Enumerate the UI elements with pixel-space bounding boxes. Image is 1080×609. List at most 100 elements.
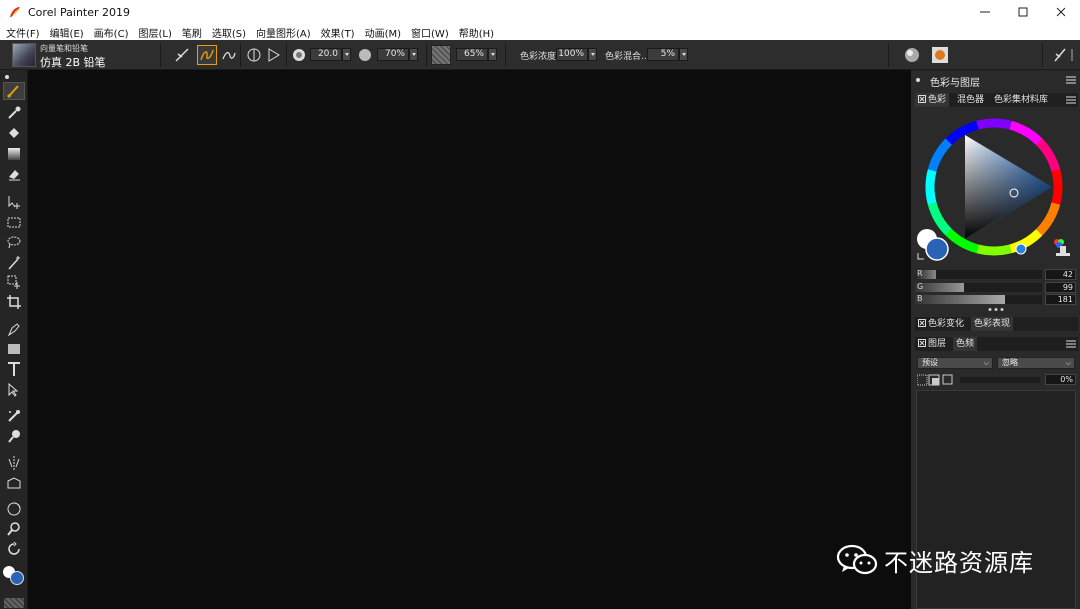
brush-category[interactable]: 向量笔和铅笔 xyxy=(40,43,88,54)
color-wheel[interactable] xyxy=(915,107,1078,269)
tool-magnifier[interactable] xyxy=(3,520,25,538)
stroke-attributes-button[interactable] xyxy=(264,45,284,65)
magic-wand-icon xyxy=(8,256,20,270)
layer-lock-icons[interactable] xyxy=(917,374,953,386)
menu-brushes[interactable]: 笔刷 xyxy=(177,25,207,40)
tool-text[interactable] xyxy=(3,360,25,378)
brush-variant[interactable]: 仿真 2B 铅笔 xyxy=(40,54,106,70)
eraser-icon xyxy=(9,170,20,181)
stroke-type-icon[interactable] xyxy=(172,45,192,65)
color-layer-panel-header: 色彩与图层 xyxy=(913,74,1078,89)
magnifier-icon xyxy=(7,522,20,536)
menu-layers[interactable]: 图层(L) xyxy=(133,25,176,40)
tool-transform[interactable] xyxy=(3,273,25,291)
tool-gradient[interactable] xyxy=(3,145,25,163)
grain-dropdown[interactable] xyxy=(488,48,497,61)
property-bar-more[interactable] xyxy=(1068,45,1078,65)
swap-colors-icon[interactable] xyxy=(917,253,924,260)
menu-effects[interactable]: 效果(T) xyxy=(316,25,360,40)
straight-line-button[interactable] xyxy=(219,45,239,65)
main-color-swatch[interactable] xyxy=(10,571,24,585)
g-slider[interactable] xyxy=(915,283,1042,292)
tool-divine-proportion[interactable] xyxy=(3,500,25,518)
freehand-button[interactable] xyxy=(197,45,217,65)
main-color-chip[interactable] xyxy=(925,237,949,261)
b-slider[interactable] xyxy=(915,295,1042,304)
tab-mixer[interactable]: 混色器 xyxy=(954,93,987,107)
paper-swatch[interactable] xyxy=(4,598,24,608)
tab-color-variability[interactable]: 色彩变化 xyxy=(915,317,967,331)
size-button[interactable] xyxy=(289,45,309,65)
menu-movie[interactable]: 动画(M) xyxy=(360,25,406,40)
tool-mirror[interactable] xyxy=(3,454,25,472)
tool-magic-wand[interactable] xyxy=(3,254,25,272)
menu-file[interactable]: 文件(F) xyxy=(0,25,45,40)
tool-dropper[interactable] xyxy=(3,104,25,122)
blend-preset-select[interactable]: 预设 ⌵ xyxy=(917,357,993,369)
color-picker-tool-icon[interactable] xyxy=(1054,239,1070,256)
tool-pen[interactable] xyxy=(3,320,25,338)
saturation-value-triangle[interactable] xyxy=(965,135,1052,239)
toolbox-grip-icon xyxy=(5,75,9,79)
tool-layer-adjuster[interactable] xyxy=(3,193,25,211)
composite-method-select[interactable]: 忽略 ⌵ xyxy=(997,357,1075,369)
menu-shapes[interactable]: 向量图形(A) xyxy=(251,25,316,40)
size-dropdown[interactable] xyxy=(342,48,351,61)
tool-shape-selection[interactable] xyxy=(3,381,25,399)
brush-panel-button[interactable] xyxy=(1050,45,1070,65)
opacity-button[interactable] xyxy=(355,45,375,65)
resaturation-dropdown[interactable] xyxy=(588,48,597,61)
tool-paint-bucket[interactable] xyxy=(3,124,25,142)
tool-rectangle-shape[interactable] xyxy=(3,340,25,358)
tab-color-sets[interactable]: 色彩集材料库 xyxy=(991,93,1051,107)
close-button[interactable] xyxy=(1042,0,1080,24)
bleed-dropdown[interactable] xyxy=(679,48,688,61)
maximize-button[interactable] xyxy=(1004,0,1042,24)
window-title: Corel Painter 2019 xyxy=(28,5,131,19)
b-value-field[interactable]: 181 xyxy=(1045,294,1076,305)
color-set-button[interactable] xyxy=(930,45,950,65)
tool-rubber-stamp[interactable] xyxy=(3,427,25,445)
r-slider[interactable] xyxy=(915,270,1042,279)
tool-rotate-page[interactable] xyxy=(3,540,25,558)
g-value-field[interactable]: 99 xyxy=(1045,282,1076,293)
menu-window[interactable]: 窗口(W) xyxy=(406,25,454,40)
more-options-icon[interactable] xyxy=(987,307,1005,312)
tool-perspective[interactable] xyxy=(3,474,25,492)
tab-color-expression[interactable]: 色彩表现 xyxy=(971,317,1014,331)
r-value-field[interactable]: 42 xyxy=(1045,269,1076,280)
panel-menu-icon[interactable] xyxy=(1066,76,1076,84)
brush-tracking-button[interactable] xyxy=(244,45,264,65)
tool-brush[interactable] xyxy=(3,82,25,100)
tab-color[interactable]: 色彩 xyxy=(915,93,950,107)
brush-selector-thumbnail[interactable] xyxy=(12,43,36,67)
minimize-button[interactable] xyxy=(966,0,1004,24)
toolbox-color-swatches[interactable] xyxy=(3,566,25,586)
tool-eraser[interactable] xyxy=(3,165,25,183)
tool-cloner[interactable] xyxy=(3,407,25,425)
color-panel-menu-icon[interactable] xyxy=(1066,96,1076,104)
opacity-dropdown[interactable] xyxy=(409,48,418,61)
hue-picker-handle[interactable] xyxy=(1015,243,1027,255)
menu-help[interactable]: 帮助(H) xyxy=(454,25,499,40)
grain-button[interactable] xyxy=(431,45,451,65)
tool-crop[interactable] xyxy=(3,293,25,311)
opacity-field[interactable]: 70% xyxy=(377,48,409,61)
resaturation-field[interactable]: 100% xyxy=(556,48,588,61)
tab-layers[interactable]: 图层 xyxy=(915,337,949,351)
layer-opacity-field[interactable]: 0% xyxy=(1045,374,1076,385)
canvas-area[interactable] xyxy=(29,70,911,609)
dab-preview-button[interactable] xyxy=(902,45,922,65)
grain-field[interactable]: 65% xyxy=(456,48,488,61)
menu-canvas[interactable]: 画布(C) xyxy=(89,25,134,40)
layer-opacity-slider[interactable] xyxy=(960,377,1040,383)
size-field[interactable]: 20.0 xyxy=(310,48,342,61)
tool-rect-select[interactable] xyxy=(3,213,25,231)
menu-edit[interactable]: 编辑(E) xyxy=(45,25,89,40)
bleed-field[interactable]: 5% xyxy=(647,48,679,61)
tab-channels[interactable]: 色频 xyxy=(953,337,978,351)
layer-tabs: 图层 色频 xyxy=(915,337,1078,351)
tool-lasso[interactable] xyxy=(3,233,25,251)
layers-panel-menu-icon[interactable] xyxy=(1066,340,1076,348)
menu-select[interactable]: 选取(S) xyxy=(207,25,251,40)
